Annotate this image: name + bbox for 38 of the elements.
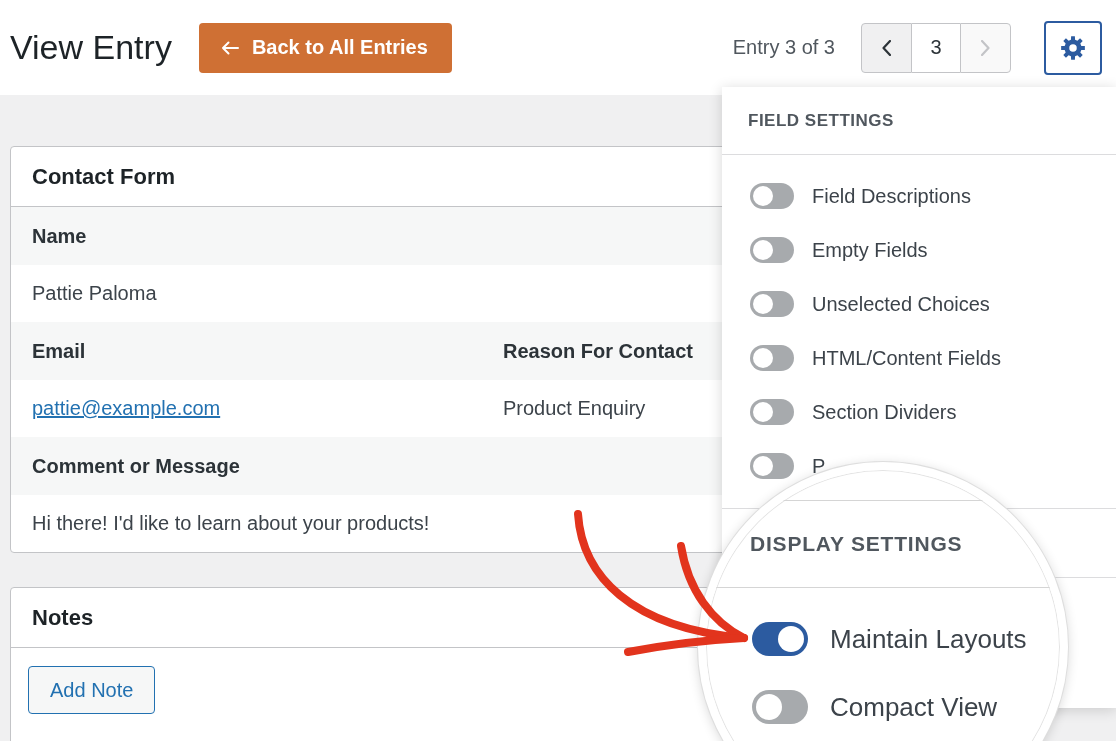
toggle-switch[interactable]	[752, 622, 808, 656]
toggle-switch[interactable]	[750, 183, 794, 209]
toggle-switch[interactable]	[752, 690, 808, 724]
option-label[interactable]: P	[812, 456, 826, 476]
field-label: Reason For Contact	[503, 339, 694, 363]
option-label[interactable]: Empty Fields	[812, 240, 928, 260]
field-label: Comment or Message	[32, 454, 240, 478]
chevron-right-icon	[981, 39, 990, 56]
chevron-left-icon	[882, 39, 891, 56]
option-label[interactable]: Maintain Layouts	[830, 623, 1027, 655]
previous-button[interactable]	[861, 22, 912, 73]
option-label[interactable]: HTML/Content Fields	[812, 348, 1001, 368]
settings-button[interactable]	[1044, 20, 1102, 75]
card-title: Notes	[32, 604, 94, 631]
field-label: Name	[32, 224, 87, 248]
page-title: View Entry	[10, 27, 172, 68]
card-title: Contact Form	[32, 163, 175, 190]
field-value: Hi there! I'd like to learn about your products!	[32, 512, 430, 535]
settings-icon	[1061, 35, 1085, 60]
option-label[interactable]: Field Descriptions	[812, 186, 971, 206]
arrow-left-icon	[220, 40, 239, 55]
current-page-number: 3	[912, 22, 960, 73]
option-label[interactable]: Unselected Choices	[812, 294, 990, 314]
toggle-switch[interactable]	[750, 399, 794, 425]
section-heading: DISPLAY SETTINGS	[750, 532, 963, 556]
option-label[interactable]: Compact View	[830, 691, 998, 723]
email-link[interactable]: pattie@example.com	[32, 397, 221, 420]
toggle-switch[interactable]	[750, 453, 794, 479]
field-value: Pattie Paloma	[32, 282, 157, 305]
section-heading: FIELD SETTINGS	[748, 110, 894, 131]
toggle-switch[interactable]	[750, 237, 794, 263]
add-note-button[interactable]: Add Note	[28, 666, 156, 714]
option-label[interactable]: Section Dividers	[812, 402, 957, 422]
toggle-switch[interactable]	[750, 345, 794, 371]
field-value: Product Enquiry	[503, 397, 646, 420]
entry-counter: Entry 3 of 3	[732, 36, 835, 59]
field-label: Email	[32, 339, 86, 363]
toggle-switch[interactable]	[750, 291, 794, 317]
